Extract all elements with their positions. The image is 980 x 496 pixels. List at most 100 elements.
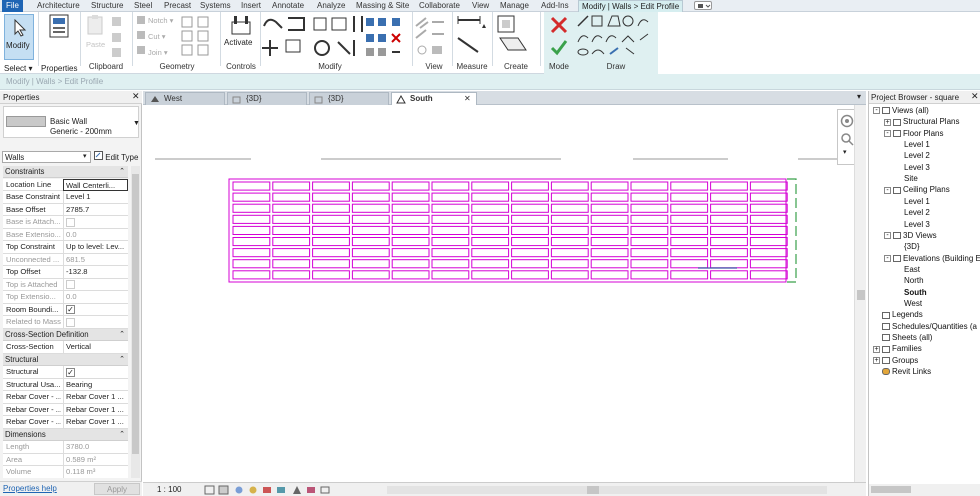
paste-button[interactable]: Paste: [84, 14, 108, 54]
property-value[interactable]: Bearing: [63, 378, 128, 391]
browser-node[interactable]: North: [895, 276, 924, 285]
browser-node[interactable]: Level 2: [895, 208, 930, 217]
property-value[interactable]: Rebar Cover 1 ...: [63, 403, 128, 416]
tab-file[interactable]: File: [2, 0, 23, 12]
property-value[interactable]: ✓: [63, 303, 128, 316]
property-row[interactable]: Top Constraint Up to level: Lev...: [3, 241, 128, 254]
tab-annotate[interactable]: Annotate: [272, 0, 304, 12]
tab-steel[interactable]: Steel: [134, 0, 152, 12]
browser-node[interactable]: Sheets (all): [873, 333, 932, 342]
browser-node[interactable]: East: [895, 265, 920, 274]
instance-filter-dropdown[interactable]: Walls ▾: [2, 151, 91, 163]
property-row[interactable]: Structural ✓: [3, 366, 128, 379]
scrollbar-thumb[interactable]: [857, 290, 865, 300]
checkbox[interactable]: ✓: [66, 305, 75, 314]
notch-button[interactable]: Notch ▾: [148, 16, 173, 25]
zoom-icon[interactable]: [840, 132, 854, 146]
ribbon-toggle-button[interactable]: [694, 1, 712, 10]
view-tools-icons[interactable]: [414, 16, 450, 58]
browser-node[interactable]: - Ceiling Plans: [884, 185, 950, 194]
tab-systems[interactable]: Systems: [200, 0, 231, 12]
view-control-icons[interactable]: [203, 485, 343, 495]
browser-node[interactable]: West: [895, 299, 922, 308]
scrollbar-thumb[interactable]: [587, 486, 599, 494]
measure-icon[interactable]: [456, 14, 488, 58]
close-icon[interactable]: ✕: [971, 91, 979, 102]
close-icon[interactable]: ✕: [464, 93, 471, 105]
collapse-icon[interactable]: -: [884, 254, 891, 262]
browser-node[interactable]: South: [895, 288, 927, 297]
browser-node[interactable]: - Floor Plans: [884, 129, 943, 138]
modify-button[interactable]: Modify: [4, 14, 34, 60]
browser-node[interactable]: - Views (all): [873, 106, 929, 115]
tab-manage[interactable]: Manage: [500, 0, 529, 12]
property-row[interactable]: Top is Attached: [3, 278, 128, 291]
browser-node[interactable]: {3D}: [895, 242, 920, 251]
activate-button[interactable]: Activate: [224, 14, 258, 54]
property-row[interactable]: Top Extensio... 0.0: [3, 291, 128, 304]
type-selector[interactable]: Basic Wall Generic - 200mm ▼: [3, 106, 140, 138]
cancel-edit-icon[interactable]: [550, 16, 568, 34]
checkbox[interactable]: ✓: [66, 367, 75, 377]
create-icons[interactable]: [496, 14, 530, 58]
tab-insert[interactable]: Insert: [241, 0, 261, 12]
collapse-icon[interactable]: -: [884, 232, 891, 240]
browser-node[interactable]: -3D Views: [884, 231, 937, 240]
property-value[interactable]: ✓: [63, 366, 128, 378]
geometry-tools-icons[interactable]: [180, 15, 218, 57]
property-value[interactable]: Up to level: Lev...: [63, 241, 128, 253]
property-row[interactable]: Location Line Wall Centerli...: [3, 178, 128, 191]
property-row[interactable]: Cross-Section Vertical: [3, 341, 128, 354]
property-value[interactable]: Level 1: [63, 191, 128, 203]
property-value[interactable]: 2785.7: [63, 203, 128, 216]
property-row[interactable]: Rebar Cover - ... Rebar Cover 1 ...: [3, 403, 128, 416]
canvas-horizontal-scrollbar[interactable]: [387, 486, 827, 494]
tab-architecture[interactable]: Architecture: [37, 0, 80, 12]
modify-tools-icons[interactable]: [262, 14, 412, 60]
browser-node[interactable]: Level 1: [895, 197, 930, 206]
browser-node[interactable]: Revit Links: [873, 367, 931, 376]
view-tab-south[interactable]: South ✕: [391, 92, 477, 105]
property-row[interactable]: Room Boundi... ✓: [3, 303, 128, 316]
browser-node[interactable]: Legends: [873, 310, 923, 319]
tab-modify-walls-edit-profile[interactable]: Modify | Walls > Edit Profile: [578, 0, 684, 12]
property-row[interactable]: Base is Attach...: [3, 216, 128, 229]
property-section-header[interactable]: Dimensions ⌃: [3, 428, 128, 441]
property-section-header[interactable]: Cross-Section Definition ⌃: [3, 328, 128, 341]
tab-collaborate[interactable]: Collaborate: [419, 0, 460, 12]
finish-edit-icon[interactable]: [550, 38, 568, 56]
tab-massing-site[interactable]: Massing & Site: [356, 0, 409, 12]
collapse-icon[interactable]: -: [873, 107, 880, 115]
property-row[interactable]: Related to Mass: [3, 316, 128, 329]
property-row[interactable]: Base Offset 2785.7: [3, 203, 128, 216]
edit-type-button[interactable]: Edit Type: [94, 151, 138, 162]
join-button[interactable]: Join ▾: [148, 48, 168, 57]
scrollbar-thumb[interactable]: [132, 174, 139, 454]
browser-horizontal-scrollbar[interactable]: [869, 484, 980, 496]
properties-help-link[interactable]: Properties help: [3, 484, 57, 493]
property-row[interactable]: Top Offset -132.8: [3, 266, 128, 279]
browser-node[interactable]: + Structural Plans: [884, 117, 959, 126]
property-value[interactable]: Rebar Cover 1 ...: [63, 416, 128, 428]
browser-node[interactable]: Schedules/Quantities (a: [873, 322, 977, 331]
property-row[interactable]: Base Extensio... 0.0: [3, 228, 128, 241]
browser-node[interactable]: Level 3: [895, 163, 930, 172]
tab-precast[interactable]: Precast: [164, 0, 191, 12]
property-scrollbar[interactable]: [131, 166, 140, 478]
tab-structure[interactable]: Structure: [91, 0, 123, 12]
drawing-canvas[interactable]: ▾: [143, 105, 866, 482]
view-tab-3d-1[interactable]: {3D}: [227, 92, 307, 105]
draw-tools-icons[interactable]: [576, 14, 656, 60]
apply-button[interactable]: Apply: [94, 483, 140, 495]
tab-add-ins[interactable]: Add-Ins: [541, 0, 569, 12]
browser-node[interactable]: + Groups: [873, 356, 918, 365]
property-row[interactable]: Rebar Cover - ... Rebar Cover 1 ...: [3, 416, 128, 429]
collapse-icon[interactable]: -: [884, 186, 891, 194]
scale-value[interactable]: 1 : 100: [157, 485, 181, 494]
view-tab-west[interactable]: West: [145, 92, 225, 105]
browser-node[interactable]: Level 2: [895, 151, 930, 160]
property-value[interactable]: Wall Centerli...: [63, 178, 128, 191]
property-value[interactable]: Vertical: [63, 341, 128, 353]
view-tab-3d-2[interactable]: {3D}: [309, 92, 389, 105]
property-row[interactable]: Area 0.589 m²: [3, 453, 128, 466]
